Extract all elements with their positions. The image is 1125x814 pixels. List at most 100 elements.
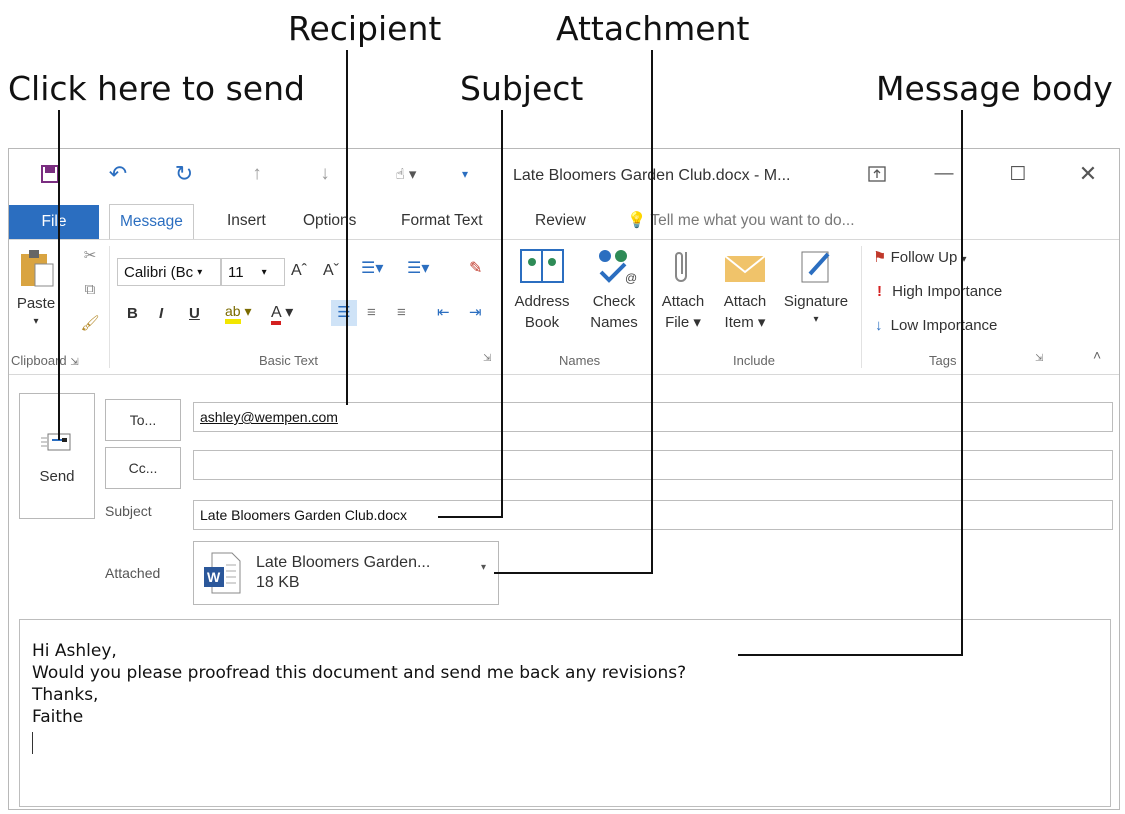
attach-label: Attach (661, 293, 705, 311)
tags-dialog-launcher-icon[interactable]: ⇲ (1035, 352, 1043, 366)
body-line-3: Thanks, (32, 685, 99, 705)
increase-indent-icon[interactable]: ⇥ (469, 300, 482, 326)
attached-label: Attached (105, 565, 161, 581)
attachment-name: Late Bloomers Garden... (256, 554, 431, 571)
customize-icon[interactable]: ▾ (455, 161, 475, 187)
bold-button[interactable]: B (127, 304, 138, 324)
redo-icon[interactable]: ↻ (171, 161, 197, 187)
paste-button[interactable]: Paste ▾ (13, 248, 59, 328)
cc-field[interactable] (193, 450, 1113, 480)
font-size-box[interactable]: 11 ▾ (221, 258, 285, 286)
names-label: Names (590, 313, 638, 331)
tab-file[interactable]: File (9, 205, 99, 239)
underline-button[interactable]: U (189, 304, 200, 324)
align-left-icon[interactable]: ☰ (331, 300, 357, 326)
grow-font-icon[interactable]: Aˆ (291, 260, 307, 282)
send-button[interactable]: Send (19, 393, 95, 519)
font-color-icon[interactable]: A ▾ (271, 302, 293, 325)
callout-attachment: Attachment (556, 9, 750, 48)
down-arrow-icon[interactable]: ↓ (313, 161, 337, 187)
paperclip-icon (675, 252, 687, 282)
address-book-button[interactable]: Address Book (507, 246, 577, 333)
align-center-icon[interactable]: ≡ (367, 300, 376, 326)
copy-icon[interactable]: ⧉ (79, 280, 101, 300)
shrink-font-icon[interactable]: Aˇ (323, 260, 339, 282)
collapse-ribbon-icon[interactable]: ˄ (1093, 346, 1101, 365)
bullets-icon[interactable]: ☰▾ (361, 258, 383, 280)
separator (109, 246, 110, 368)
basic-text-group-label: Basic Text (259, 353, 319, 368)
check-label: Check (592, 293, 636, 311)
tags-group-label: Tags (929, 353, 957, 368)
callout-line-body-h (738, 654, 963, 656)
tab-message[interactable]: Message (109, 204, 194, 240)
ribbon-tabs: File Message Insert Options Format Text … (9, 201, 1119, 240)
body-line-1: Hi Ashley, (32, 641, 117, 661)
svg-text:@: @ (625, 271, 637, 285)
low-importance-button[interactable]: ↓ Low Importance (875, 316, 997, 336)
check-names-icon: @ (599, 250, 637, 285)
attachment-size: 18 KB (256, 574, 300, 591)
high-importance-button[interactable]: ! High Importance (877, 282, 1002, 302)
paste-label: Paste (16, 295, 56, 313)
font-name-box[interactable]: Calibri (Bc ▾ (117, 258, 221, 286)
signature-button[interactable]: Signature ▾ (777, 246, 855, 326)
dialog-launcher-icon[interactable]: ⇲ (70, 357, 78, 368)
ribbon: Paste ▾ ✂ ⧉ 🖌 Clipboard ⇲ Calibri (Bc ▾ 1… (9, 239, 1119, 375)
to-button[interactable]: To... (105, 399, 181, 441)
subject-field[interactable]: Late Bloomers Garden Club.docx (193, 500, 1113, 530)
format-painter-icon[interactable]: 🖌 (79, 314, 101, 334)
decrease-indent-icon[interactable]: ⇤ (437, 300, 450, 326)
cc-button[interactable]: Cc... (105, 447, 181, 489)
exclamation-icon: ! (877, 283, 882, 300)
clipboard-group-label: Clipboard ⇲ (11, 353, 79, 368)
callout-click-send: Click here to send (8, 69, 305, 108)
tab-review[interactable]: Review (535, 209, 586, 233)
recipient-email[interactable]: ashley@wempen.com (200, 409, 338, 425)
attachment-chip[interactable]: W Late Bloomers Garden... 18 KB ▾ (193, 541, 499, 605)
address-label: Address (514, 293, 570, 311)
callout-line-send (58, 110, 60, 440)
italic-button[interactable]: I (159, 304, 163, 324)
text-cursor (32, 732, 33, 754)
message-body[interactable]: Hi Ashley, Would you please proofread th… (19, 619, 1111, 807)
body-line-2: Would you please proofread this document… (32, 663, 687, 683)
clear-formatting-icon[interactable]: ✎ (469, 258, 482, 280)
callout-message-body: Message body (876, 69, 1113, 108)
attach-item-label: Attach (723, 293, 767, 311)
maximize-icon[interactable]: ☐ (1005, 161, 1031, 187)
tell-me-search[interactable]: 💡 Tell me what you want to do... (627, 209, 855, 233)
send-icon (41, 433, 71, 450)
basic-text-dialog-launcher-icon[interactable]: ⇲ (483, 352, 491, 366)
up-arrow-icon[interactable]: ↑ (245, 161, 269, 187)
cut-icon[interactable]: ✂ (79, 246, 101, 266)
tab-options[interactable]: Options (303, 209, 356, 233)
attach-item-button[interactable]: Attach Item ▾ (717, 246, 773, 333)
tell-me-text: Tell me what you want to do... (650, 212, 855, 229)
svg-text:W: W (207, 569, 221, 585)
tab-format-text[interactable]: Format Text (401, 209, 483, 233)
subject-label: Subject (105, 503, 152, 519)
to-field[interactable]: ashley@wempen.com (193, 402, 1113, 432)
close-icon[interactable]: ✕ (1075, 161, 1101, 187)
undo-icon[interactable]: ↶ (105, 161, 131, 187)
send-label: Send (39, 467, 75, 485)
touch-mode-icon[interactable]: ☝ ▾ (381, 161, 431, 187)
check-names-button[interactable]: @ Check Names (583, 246, 645, 333)
follow-up-button[interactable]: ⚑ Follow Up ▾ (873, 248, 967, 268)
lightbulb-icon: 💡 (627, 212, 647, 229)
down-arrow-icon: ↓ (875, 317, 883, 334)
highlight-icon[interactable]: ab ▾ (225, 302, 252, 324)
minimize-icon[interactable]: — (931, 161, 957, 187)
ribbon-display-icon[interactable] (865, 161, 889, 187)
callout-subject: Subject (460, 69, 584, 108)
callout-line-subject (501, 110, 503, 518)
envelope-icon (724, 255, 766, 282)
tab-insert[interactable]: Insert (227, 209, 266, 233)
attach-file-button[interactable]: Attach File ▾ (655, 246, 711, 333)
attachment-dropdown-icon[interactable]: ▾ (481, 562, 486, 573)
align-right-icon[interactable]: ≡ (397, 300, 406, 326)
callout-line-body (961, 110, 963, 656)
numbering-icon[interactable]: ☰▾ (407, 258, 429, 280)
callout-line-subject-h (438, 516, 503, 518)
